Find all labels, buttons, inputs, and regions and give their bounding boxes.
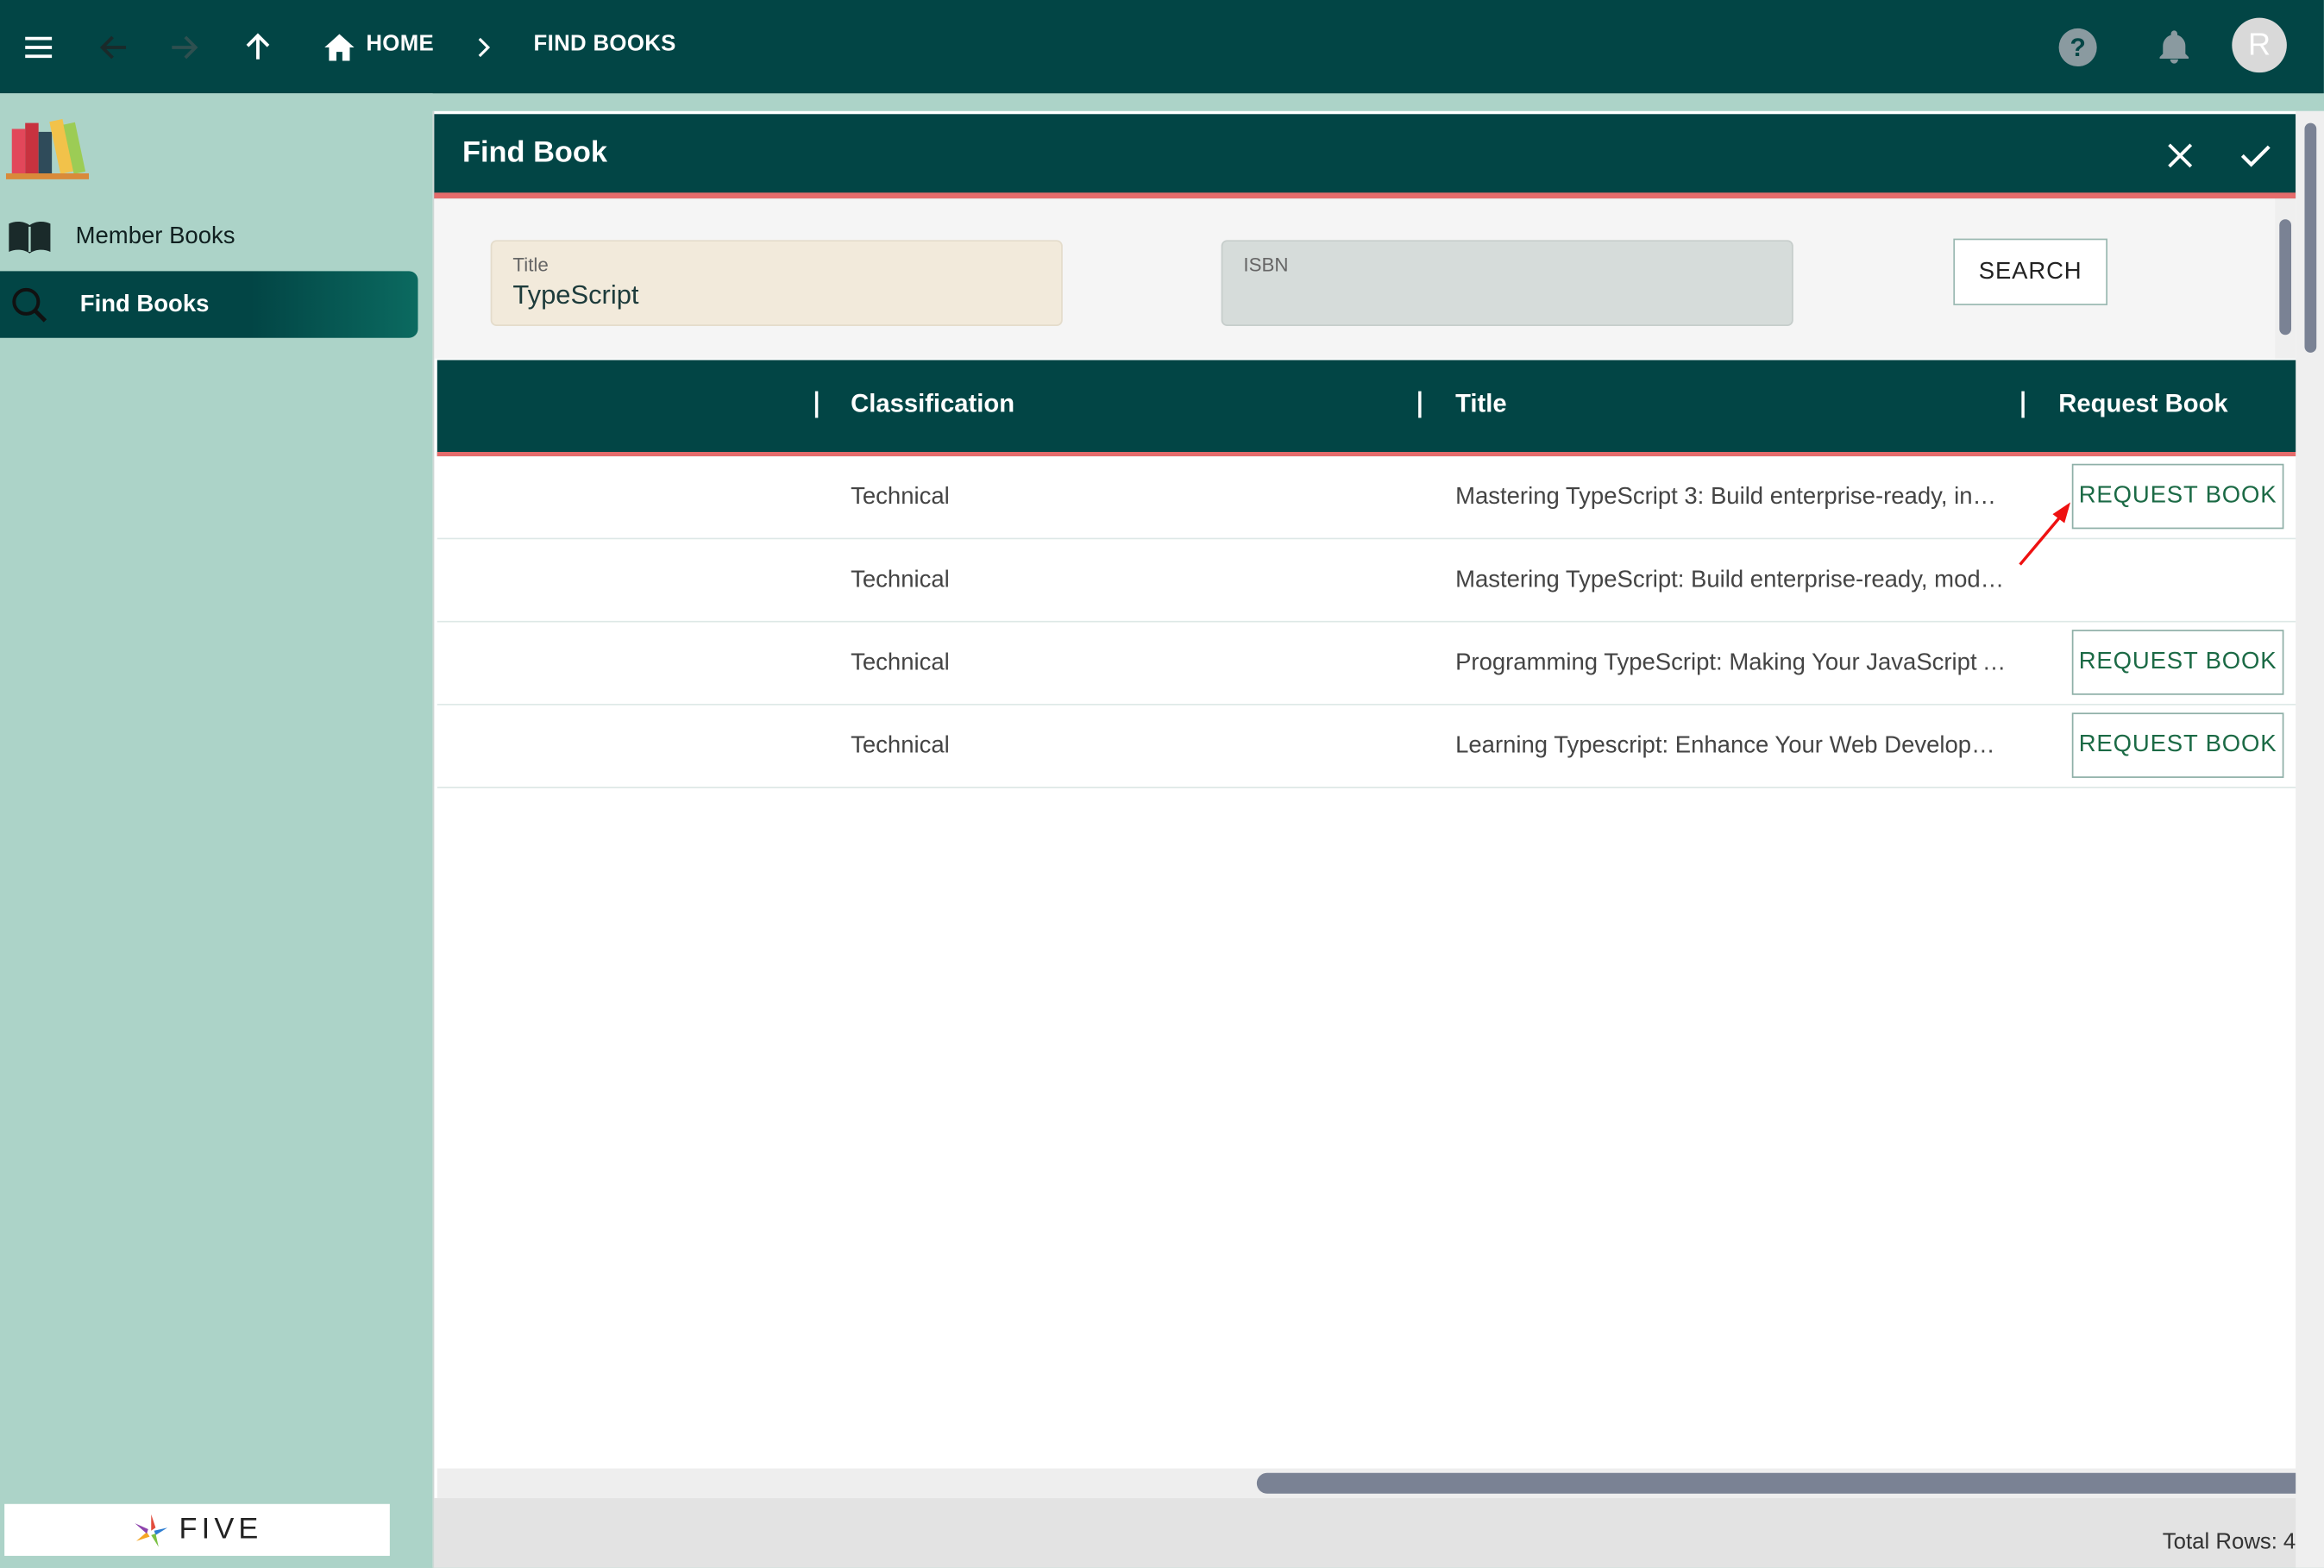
horizontal-scrollbar-thumb[interactable] [1256, 1472, 2320, 1494]
search-button[interactable]: SEARCH [1953, 238, 2107, 305]
cell-title: Learning Typescript: Enhance Your Web De… [1455, 733, 2007, 759]
top-app-bar: HOME FIND BOOKS ? R [0, 0, 2324, 94]
column-header-request-book[interactable]: Request Book [2058, 390, 2227, 419]
bell-icon[interactable] [2151, 23, 2198, 71]
isbn-input[interactable] [1243, 279, 1762, 311]
column-separator[interactable] [1418, 391, 1422, 418]
title-field[interactable]: Title [490, 240, 1063, 326]
forward-arrow-icon[interactable] [160, 23, 208, 71]
sidebar: Member Books Find Books FIVE [0, 93, 433, 1568]
request-book-button[interactable]: REQUEST BOOK [2071, 712, 2284, 778]
column-separator[interactable] [814, 391, 819, 418]
table-row[interactable]: Technical Programming TypeScript: Making… [437, 622, 2323, 706]
panel-scrollbar-thumb[interactable] [2304, 122, 2317, 353]
grid-header: Classification Title Request Book [437, 360, 2323, 457]
table-row[interactable]: Technical Learning Typescript: Enhance Y… [437, 705, 2323, 788]
panel-scrollbar[interactable] [2296, 110, 2324, 1568]
request-book-button[interactable]: REQUEST BOOK [2071, 630, 2284, 695]
sidebar-item-find-books[interactable]: Find Books [0, 271, 418, 338]
cell-title: Programming TypeScript: Making Your Java… [1455, 650, 2007, 676]
cell-classification: Technical [851, 650, 950, 676]
menu-icon[interactable] [15, 23, 62, 71]
breadcrumb-current: FIND BOOKS [533, 31, 676, 57]
column-header-classification[interactable]: Classification [851, 390, 1014, 419]
grid-footer: Total Rows: 4 [434, 1497, 2324, 1568]
cell-title: Mastering TypeScript 3: Build enterprise… [1455, 484, 2007, 510]
column-separator[interactable] [2021, 391, 2025, 418]
books-logo-icon [5, 108, 90, 185]
form-scrollbar[interactable] [2275, 198, 2296, 359]
request-book-button[interactable]: REQUEST BOOK [2071, 463, 2284, 530]
form-scrollbar-thumb[interactable] [2279, 219, 2292, 336]
chevron-right-icon [460, 23, 507, 71]
isbn-field-label: ISBN [1243, 253, 1289, 276]
cell-title: Mastering TypeScript: Build enterprise-r… [1455, 567, 2007, 593]
five-logo-text: FIVE [179, 1513, 263, 1546]
title-input[interactable] [512, 279, 1032, 311]
panel-header: Find Book [434, 114, 2296, 199]
title-field-label: Title [512, 253, 549, 276]
isbn-field[interactable]: ISBN [1221, 240, 1793, 326]
total-rows: Total Rows: 4 [2163, 1529, 2296, 1554]
cell-classification: Technical [851, 567, 950, 593]
column-header-title[interactable]: Title [1455, 390, 1507, 419]
confirm-check-icon[interactable] [2232, 132, 2279, 179]
back-arrow-icon[interactable] [91, 23, 138, 71]
total-rows-label: Total Rows: [2162, 1528, 2277, 1555]
sidebar-item-label: Member Books [75, 223, 236, 248]
close-icon[interactable] [2157, 132, 2204, 179]
cell-classification: Technical [851, 484, 950, 510]
avatar[interactable]: R [2232, 17, 2287, 73]
search-form: Title ISBN SEARCH [434, 198, 2276, 359]
sidebar-item-label: Find Books [79, 291, 210, 317]
svg-text:?: ? [2070, 34, 2085, 62]
find-book-panel: Find Book Title ISBN SEARCH Classificati… [432, 110, 2324, 1568]
annotation-arrow-icon [2019, 502, 2071, 566]
total-rows-value: 4 [2283, 1528, 2296, 1555]
sidebar-item-member-books[interactable]: Member Books [0, 203, 418, 269]
five-logo: FIVE [4, 1503, 390, 1556]
horizontal-scrollbar[interactable] [437, 1468, 2323, 1498]
home-icon[interactable] [316, 23, 363, 71]
help-icon[interactable]: ? [2054, 23, 2101, 71]
breadcrumb-home[interactable]: HOME [366, 31, 434, 56]
up-arrow-icon[interactable] [234, 23, 281, 71]
search-icon [3, 281, 56, 329]
open-book-icon [3, 213, 56, 260]
app-root: HOME FIND BOOKS ? R Member Books Find Bo… [0, 0, 2324, 1568]
page-title: Find Book [462, 136, 607, 169]
cell-classification: Technical [851, 733, 950, 759]
